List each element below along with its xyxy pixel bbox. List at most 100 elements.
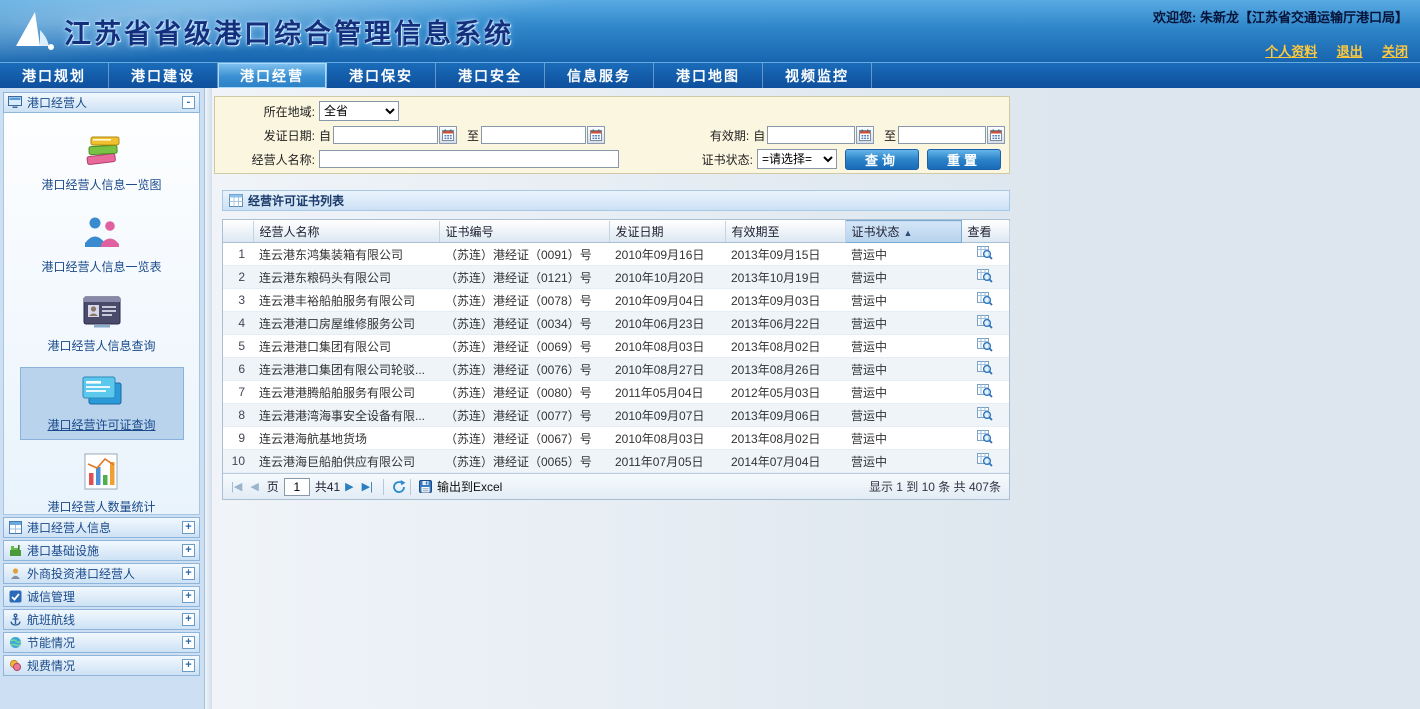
table-row[interactable]: 5连云港港口集团有限公司（苏连）港经证（0069）号2010年08月03日201… xyxy=(223,335,1009,358)
nav-tab-1[interactable]: 港口规划 xyxy=(0,63,109,88)
integrity-icon xyxy=(8,590,22,603)
energy-icon xyxy=(8,636,22,649)
table-row[interactable]: 1连云港东鸿集装箱有限公司（苏连）港经证（0091）号2010年09月16日20… xyxy=(223,243,1009,266)
table-row[interactable]: 8连云港港湾海事安全设备有限...（苏连）港经证（0077）号2010年09月0… xyxy=(223,404,1009,427)
valid-until-column-header[interactable]: 有效期至 xyxy=(725,221,845,243)
region-select[interactable]: 全省 xyxy=(319,101,399,121)
issue-date-cell: 2011年07月05日 xyxy=(609,450,725,473)
nav-tab-3[interactable]: 港口经营 xyxy=(218,63,327,88)
sidebar-collapsed-panel-6[interactable]: 节能情况+ xyxy=(3,632,200,653)
reset-button[interactable]: 重置 xyxy=(927,149,1001,170)
expand-button[interactable]: + xyxy=(182,590,195,603)
next-page-button[interactable]: ▶ xyxy=(345,480,353,493)
cert-status-label: 证书状态: xyxy=(699,151,757,168)
view-record-button[interactable] xyxy=(977,383,993,401)
view-record-button[interactable] xyxy=(977,452,993,470)
table-row[interactable]: 4连云港港口房屋维修服务公司（苏连）港经证（0034）号2010年06月23日2… xyxy=(223,312,1009,335)
sidebar-panel-port-operator[interactable]: 港口经营人 - xyxy=(3,92,200,113)
sidebar-item-3[interactable]: 港口经营人信息查询 xyxy=(21,289,183,360)
sidebar-item-1[interactable]: 港口经营人信息一览图 xyxy=(21,125,183,199)
search-row-name-status: 经营人名称: 证书状态: =请选择= 查询 重置 xyxy=(219,147,1005,171)
view-cell xyxy=(961,312,1009,335)
cert-no-column-header[interactable]: 证书编号 xyxy=(439,221,609,243)
validity-to-input[interactable] xyxy=(898,126,986,144)
validity-from-input[interactable] xyxy=(767,126,855,144)
table-row[interactable]: 9连云港海航基地货场（苏连）港经证（0067）号2010年08月03日2013年… xyxy=(223,427,1009,450)
valid-until-cell: 2013年08月02日 xyxy=(725,335,845,358)
prev-page-button[interactable]: ◀ xyxy=(250,480,258,493)
sidebar-collapsed-panel-4[interactable]: 诚信管理+ xyxy=(3,586,200,607)
cert-status-select[interactable]: =请选择= xyxy=(757,149,837,169)
view-cell xyxy=(961,381,1009,404)
view-record-button[interactable] xyxy=(977,268,993,286)
status-column-header[interactable]: 证书状态▲ xyxy=(845,221,961,243)
sidebar-panel-label: 航班航线 xyxy=(27,611,182,628)
calendar-button[interactable] xyxy=(856,126,874,144)
view-record-button[interactable] xyxy=(977,314,993,332)
nav-tab-6[interactable]: 信息服务 xyxy=(545,63,654,88)
export-excel-button[interactable]: 输出到Excel xyxy=(419,478,502,495)
search-button[interactable]: 查询 xyxy=(845,149,919,170)
list-title: 经营许可证书列表 xyxy=(248,192,344,209)
sidebar-item-5[interactable]: 港口经营人数量统计 xyxy=(21,447,183,515)
nav-tab-7[interactable]: 港口地图 xyxy=(654,63,763,88)
sidebar-collapsed-panel-1[interactable]: 港口经营人信息+ xyxy=(3,517,200,538)
issue-date-column-header[interactable]: 发证日期 xyxy=(609,221,725,243)
sidebar-splitter[interactable] xyxy=(205,88,212,709)
table-row[interactable]: 2连云港东粮码头有限公司（苏连）港经证（0121）号2010年10月20日201… xyxy=(223,266,1009,289)
valid-until-cell: 2012年05月03日 xyxy=(725,381,845,404)
nav-tab-2[interactable]: 港口建设 xyxy=(109,63,218,88)
view-column-header[interactable]: 查看 xyxy=(961,221,1009,243)
status-column-label: 证书状态 xyxy=(852,225,900,239)
profile-link[interactable]: 个人资料 xyxy=(1265,44,1317,59)
view-record-button[interactable] xyxy=(977,245,993,263)
name-column-header[interactable]: 经营人名称 xyxy=(253,221,439,243)
sidebar-item-4[interactable]: 港口经营许可证查询 xyxy=(21,368,183,439)
table-row[interactable]: 3连云港丰裕船舶服务有限公司（苏连）港经证（0078）号2010年09月04日2… xyxy=(223,289,1009,312)
nav-tab-8[interactable]: 视频监控 xyxy=(763,63,872,88)
index-column-header[interactable] xyxy=(223,221,253,243)
last-page-button[interactable]: ▶| xyxy=(362,480,373,493)
expand-button[interactable]: + xyxy=(182,636,195,649)
expand-button[interactable]: + xyxy=(182,613,195,626)
table-row[interactable]: 7连云港港腾船舶服务有限公司（苏连）港经证（0080）号2011年05月04日2… xyxy=(223,381,1009,404)
sidebar-item-2[interactable]: 港口经营人信息一览表 xyxy=(21,207,183,281)
expand-button[interactable]: + xyxy=(182,567,195,580)
issue-date-to-input[interactable] xyxy=(481,126,586,144)
expand-button[interactable]: + xyxy=(182,659,195,672)
expand-button[interactable]: + xyxy=(182,544,195,557)
sidebar-collapsed-panel-5[interactable]: 航班航线+ xyxy=(3,609,200,630)
calendar-button[interactable] xyxy=(987,126,1005,144)
logout-link[interactable]: 退出 xyxy=(1337,44,1363,59)
nav-tab-label: 港口地图 xyxy=(676,66,740,86)
view-record-button[interactable] xyxy=(977,360,993,378)
close-link[interactable]: 关闭 xyxy=(1382,44,1408,59)
calendar-button[interactable] xyxy=(587,126,605,144)
valid-until-cell: 2013年10月19日 xyxy=(725,266,845,289)
collapse-button[interactable]: - xyxy=(182,96,195,109)
view-record-button[interactable] xyxy=(977,337,993,355)
nav-tab-5[interactable]: 港口安全 xyxy=(436,63,545,88)
table-row[interactable]: 10连云港海巨船舶供应有限公司（苏连）港经证（0065）号2011年07月05日… xyxy=(223,450,1009,473)
calendar-button[interactable] xyxy=(439,126,457,144)
page-number-input[interactable] xyxy=(284,478,310,496)
investor-icon xyxy=(8,567,22,580)
first-page-button[interactable]: |◀ xyxy=(231,480,242,493)
expand-button[interactable]: + xyxy=(182,521,195,534)
operator-name-input[interactable] xyxy=(319,150,619,168)
sidebar-collapsed-panel-2[interactable]: 港口基础设施+ xyxy=(3,540,200,561)
sidebar-collapsed-panel-3[interactable]: 外商投资港口经营人+ xyxy=(3,563,200,584)
nav-tab-4[interactable]: 港口保安 xyxy=(327,63,436,88)
view-record-button[interactable] xyxy=(977,429,993,447)
valid-until-cell: 2013年09月06日 xyxy=(725,404,845,427)
operator-name-cell: 连云港海巨船舶供应有限公司 xyxy=(253,450,439,473)
view-record-button[interactable] xyxy=(977,406,993,424)
table-row[interactable]: 6连云港港口集团有限公司轮驳...（苏连）港经证（0076）号2010年08月2… xyxy=(223,358,1009,381)
refresh-icon[interactable] xyxy=(392,480,406,494)
view-record-button[interactable] xyxy=(977,291,993,309)
valid-until-cell: 2013年09月03日 xyxy=(725,289,845,312)
row-index: 1 xyxy=(223,243,253,266)
issue-date-cell: 2010年08月03日 xyxy=(609,335,725,358)
issue-date-from-input[interactable] xyxy=(333,126,438,144)
sidebar-collapsed-panel-7[interactable]: 规费情况+ xyxy=(3,655,200,676)
